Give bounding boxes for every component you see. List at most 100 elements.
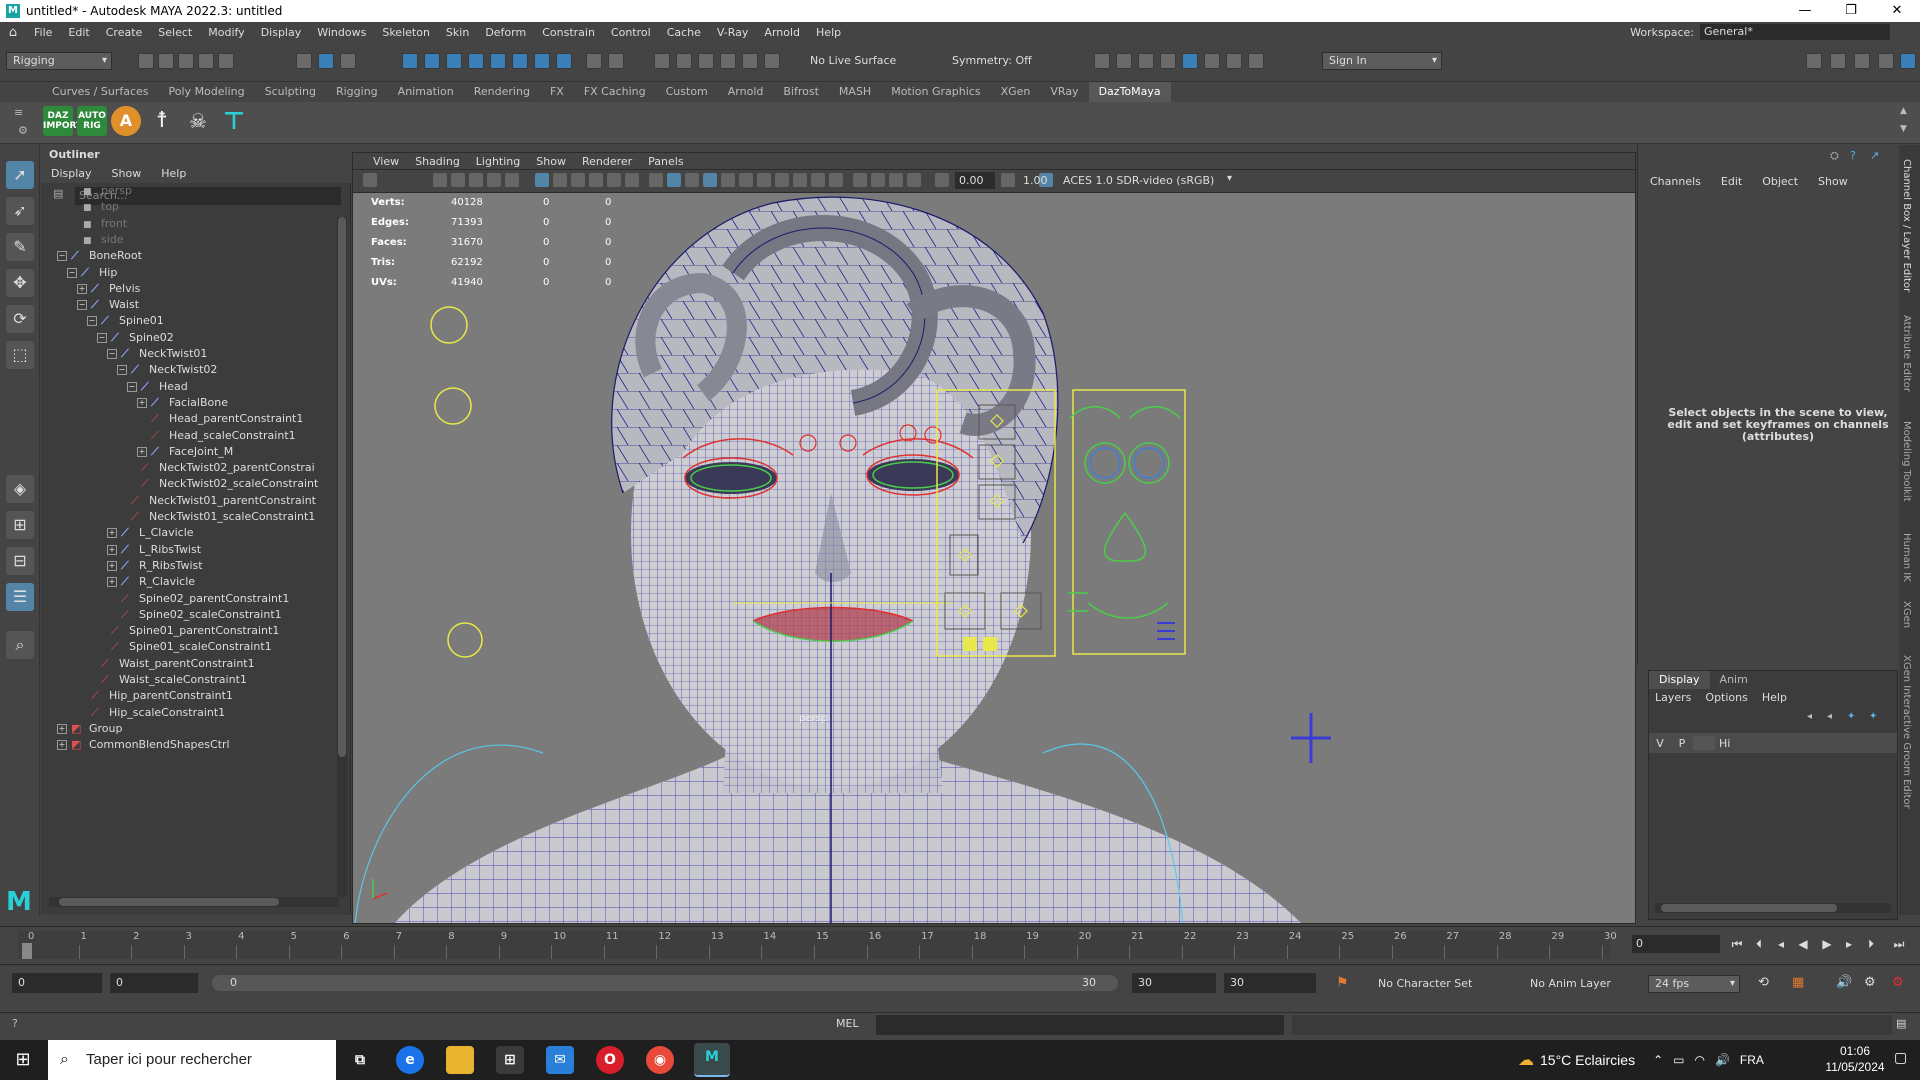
rotate-tool-icon[interactable]: ⟳ bbox=[6, 305, 34, 333]
ambient-occlusion-icon[interactable] bbox=[775, 173, 789, 187]
channelbox-edit-menu[interactable]: Edit bbox=[1721, 175, 1742, 188]
expand-toggle-icon[interactable]: + bbox=[137, 446, 147, 457]
two-view-icon[interactable]: ⊟ bbox=[6, 547, 34, 575]
channels-menu[interactable]: Channels bbox=[1650, 175, 1701, 188]
shelf-tab-custom[interactable]: Custom bbox=[656, 82, 718, 102]
expand-toggle-icon[interactable]: + bbox=[77, 283, 87, 294]
select-tool-icon[interactable]: ➚ bbox=[6, 161, 34, 189]
viewport-menu-panels[interactable]: Panels bbox=[640, 153, 691, 169]
menu-select[interactable]: Select bbox=[150, 26, 200, 39]
exposure-icon[interactable] bbox=[935, 173, 949, 187]
menu-deform[interactable]: Deform bbox=[477, 26, 534, 39]
loop-icon[interactable]: ⟲ bbox=[1758, 975, 1769, 990]
expand-toggle-icon[interactable]: + bbox=[57, 723, 67, 734]
grid-toggle-icon[interactable] bbox=[535, 173, 549, 187]
shelf-tab-sculpting[interactable]: Sculpting bbox=[255, 82, 326, 102]
keyframe-icon[interactable]: ▦ bbox=[1792, 975, 1804, 990]
playback-end-field[interactable]: 30 bbox=[1132, 973, 1216, 993]
snap-center-icon[interactable] bbox=[512, 53, 528, 69]
daz-import-icon[interactable]: DAZ IMPORT bbox=[43, 106, 82, 136]
help-line-icon[interactable]: ? bbox=[12, 1017, 18, 1030]
gamma-icon[interactable] bbox=[1001, 173, 1015, 187]
play-forwards-icon[interactable]: ▶ bbox=[1818, 935, 1836, 953]
menu-create[interactable]: Create bbox=[98, 26, 151, 39]
move-layer-up-icon[interactable]: ◂ bbox=[1807, 711, 1812, 722]
shelf-tab-bifrost[interactable]: Bifrost bbox=[773, 82, 829, 102]
menu-file[interactable]: File bbox=[26, 26, 60, 39]
resolution-gate-icon[interactable] bbox=[571, 173, 585, 187]
minimize-button[interactable]: — bbox=[1782, 0, 1828, 22]
outliner-vertical-scrollbar[interactable] bbox=[337, 217, 347, 897]
channel-box-settings-icon[interactable]: ⛭ bbox=[1830, 149, 1839, 163]
menu-skeleton[interactable]: Skeleton bbox=[374, 26, 438, 39]
figure-cyan-icon[interactable]: ⊤ bbox=[219, 106, 249, 136]
scene-end-field[interactable]: 30 bbox=[1224, 973, 1316, 993]
outliner-menu-help[interactable]: Help bbox=[151, 165, 196, 183]
layer-visibility-toggle[interactable]: V bbox=[1649, 737, 1671, 750]
channelbox-object-menu[interactable]: Object bbox=[1762, 175, 1798, 188]
workspace-dropdown[interactable]: General* bbox=[1700, 24, 1890, 40]
step-forward-key-icon[interactable]: ⏵ bbox=[1862, 935, 1880, 953]
menu-windows[interactable]: Windows bbox=[309, 26, 374, 39]
xray-joints-icon[interactable] bbox=[889, 173, 903, 187]
scale-tool-icon[interactable]: ⬚ bbox=[6, 341, 34, 369]
script-editor-icon[interactable]: ▤ bbox=[1896, 1017, 1906, 1030]
snap-live-icon[interactable] bbox=[556, 53, 572, 69]
channel-box-icon[interactable] bbox=[1900, 53, 1916, 69]
file-explorer-icon[interactable] bbox=[446, 1046, 474, 1074]
redo-icon[interactable] bbox=[218, 53, 234, 69]
snap-point-icon[interactable] bbox=[446, 53, 462, 69]
outliner-layout-icon[interactable]: ☰ bbox=[6, 583, 34, 611]
expand-toggle-icon[interactable]: − bbox=[67, 267, 77, 278]
expand-toggle-icon[interactable]: + bbox=[107, 577, 117, 588]
anti-aliasing-icon[interactable] bbox=[811, 173, 825, 187]
fps-dropdown[interactable]: 24 fps bbox=[1648, 975, 1740, 993]
snap-view-plane-icon[interactable] bbox=[468, 53, 484, 69]
expand-toggle-icon[interactable]: − bbox=[57, 251, 67, 262]
menu-constrain[interactable]: Constrain bbox=[534, 26, 603, 39]
four-view-icon[interactable]: ⊞ bbox=[6, 511, 34, 539]
expand-toggle-icon[interactable]: − bbox=[117, 365, 127, 376]
current-frame-field[interactable]: 0 bbox=[1632, 935, 1720, 953]
shelf-settings-icon[interactable]: ⚙ bbox=[18, 124, 28, 137]
input-language[interactable]: FRA bbox=[1740, 1053, 1764, 1067]
hypershade-icon[interactable] bbox=[1182, 53, 1198, 69]
menu-control[interactable]: Control bbox=[603, 26, 659, 39]
sign-in-button[interactable]: Sign In bbox=[1322, 52, 1442, 70]
shelf-scroll-down-icon[interactable]: ▼ bbox=[1900, 124, 1907, 134]
motion-blur-icon[interactable] bbox=[793, 173, 807, 187]
play-backwards-icon[interactable]: ◀ bbox=[1794, 935, 1812, 953]
shelf-menu-icon[interactable]: ≡ bbox=[14, 106, 23, 119]
expand-toggle-icon[interactable]: + bbox=[107, 544, 117, 555]
snap-pivot-icon[interactable] bbox=[534, 53, 550, 69]
field-chart-icon[interactable] bbox=[607, 173, 621, 187]
wireframe-icon[interactable] bbox=[649, 173, 663, 187]
viewport-3d[interactable]: Verts: 40128 0 0 Edges: 71393 0 0 Faces: 31670 0 0 T… bbox=[352, 192, 1636, 924]
viewport-menu-shading[interactable]: Shading bbox=[407, 153, 468, 169]
shelf-tab-curves-surfaces[interactable]: Curves / Surfaces bbox=[42, 82, 159, 102]
lights-icon[interactable] bbox=[739, 173, 753, 187]
wifi-icon[interactable]: ◠ bbox=[1694, 1053, 1704, 1067]
select-component-icon[interactable] bbox=[340, 53, 356, 69]
home-icon[interactable]: ⌂ bbox=[0, 25, 26, 40]
expand-toggle-icon[interactable]: − bbox=[107, 349, 117, 359]
expand-toggle-icon[interactable]: + bbox=[107, 528, 117, 539]
step-forward-frame-icon[interactable]: ▸ bbox=[1840, 935, 1858, 953]
weather-text[interactable]: 15°C Eclaircies bbox=[1540, 1052, 1635, 1068]
2d-pan-zoom-icon[interactable] bbox=[487, 173, 501, 187]
construction-history-icon[interactable] bbox=[654, 53, 670, 69]
snap-surface-icon[interactable] bbox=[490, 53, 506, 69]
edge-browser-icon[interactable]: e bbox=[396, 1046, 424, 1074]
expand-toggle-icon[interactable]: − bbox=[127, 381, 137, 392]
channelbox-show-menu[interactable]: Show bbox=[1818, 175, 1848, 188]
render-view-icon[interactable] bbox=[1094, 53, 1110, 69]
paint-select-tool-icon[interactable]: ✎ bbox=[6, 233, 34, 261]
film-gate-icon[interactable] bbox=[553, 173, 567, 187]
pause-icon[interactable] bbox=[1248, 53, 1264, 69]
side-tab-channel-box[interactable]: Channel Box / Layer Editor bbox=[1901, 159, 1912, 292]
shelf-tab-rigging[interactable]: Rigging bbox=[326, 82, 388, 102]
vray-render-icon[interactable] bbox=[1226, 53, 1242, 69]
viewport-menu-lighting[interactable]: Lighting bbox=[468, 153, 528, 169]
menuset-dropdown[interactable]: Rigging bbox=[6, 52, 112, 70]
tab-anim-layers[interactable]: Anim bbox=[1710, 671, 1758, 689]
